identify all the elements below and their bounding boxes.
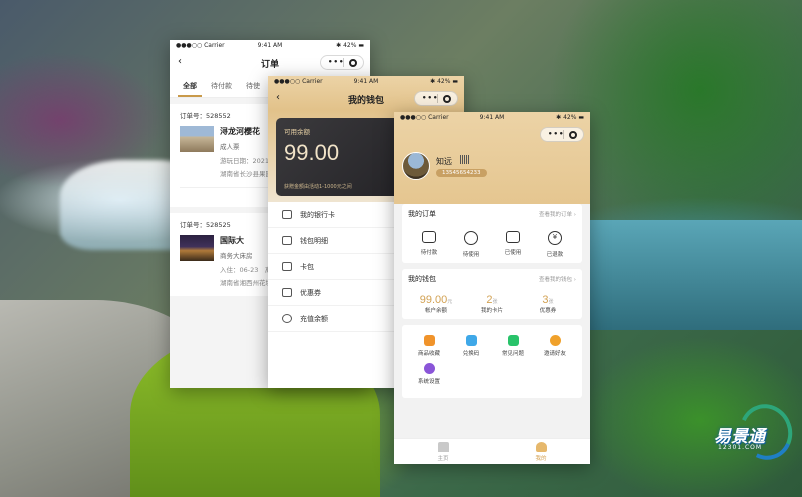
more-icon[interactable]: ••• — [422, 94, 438, 102]
tab-label: 我的 — [535, 456, 547, 462]
battery-indicator: ✱ 42% ▬ — [430, 78, 458, 85]
tool-invite-friend[interactable]: 邀请好友 — [534, 335, 576, 357]
logo-domain-text: 12301.COM — [718, 444, 763, 451]
status-bar: ●●●○○ Carrier 9:41 AM ✱ 42% ▬ — [170, 40, 370, 52]
tab-pending-payment[interactable]: 待付款 — [206, 74, 237, 97]
view-wallet-link[interactable]: 查看我的钱包 › — [539, 275, 576, 283]
invite-friend-icon — [549, 335, 561, 346]
top-up-icon — [282, 314, 292, 323]
profile-phone-screen: ●●●○○ Carrier 9:41 AM ✱ 42% ▬ ••• 知远 135… — [394, 112, 590, 464]
bottom-tab-bar: 主页 我的 — [394, 438, 590, 464]
tab-to-use[interactable]: 待使 — [241, 74, 265, 97]
avatar[interactable] — [402, 152, 430, 180]
my-orders-section: 我的订单 查看我的订单 › 待付款 待使用 已使用 ¥ 已退款 — [402, 204, 582, 263]
collection-icon — [423, 335, 435, 346]
tool-label: 商品收藏 — [417, 351, 440, 357]
wallet-details-icon — [282, 236, 292, 245]
mini-program-capsule[interactable]: ••• — [414, 91, 458, 106]
stat-unit: 元 — [447, 299, 453, 305]
settings-icon — [423, 363, 435, 374]
tool-collection[interactable]: 商品收藏 — [408, 335, 450, 357]
tool-redeem-code[interactable]: 兑换码 — [450, 335, 492, 357]
wallet-icon — [422, 231, 436, 243]
my-wallet-section: 我的钱包 查看我的钱包 › 99.00元 帐户余额 2张 我的卡片 3张 优惠券 — [402, 269, 582, 319]
order-status-label: 待使用 — [462, 252, 480, 258]
tab-all[interactable]: 全部 — [178, 74, 202, 97]
qr-code-icon[interactable] — [460, 155, 470, 164]
capsule-divider — [343, 58, 344, 67]
tools-section: 商品收藏 兑换码 常见问题 邀请好友 系统设置 — [402, 325, 582, 398]
view-all-orders-link[interactable]: 查看我的订单 › — [539, 210, 576, 218]
bank-card-icon — [282, 210, 292, 219]
tab-label: 主页 — [437, 456, 449, 462]
more-icon[interactable]: ••• — [548, 130, 564, 138]
tab-mine[interactable]: 我的 — [492, 439, 590, 464]
user-name: 知远 — [436, 157, 452, 166]
card-pack-icon — [282, 262, 292, 271]
order-status-label: 待付款 — [420, 250, 438, 256]
menu-label: 充值余额 — [300, 314, 328, 323]
order-thumbnail — [180, 235, 214, 261]
order-status-used[interactable]: 已使用 — [493, 231, 533, 258]
nav-bar: ‹ 订单 ••• — [170, 52, 370, 74]
mini-program-capsule[interactable]: ••• — [320, 55, 364, 70]
order-status-label: 已退款 — [546, 252, 564, 258]
menu-label: 卡包 — [300, 262, 314, 271]
brand-logo: 易景通 12301.COM — [700, 396, 801, 468]
stat-balance[interactable]: 99.00元 帐户余额 — [411, 294, 461, 314]
capsule-divider — [437, 94, 438, 103]
menu-label: 我的银行卡 — [300, 210, 335, 219]
tool-settings[interactable]: 系统设置 — [408, 363, 450, 385]
close-icon[interactable] — [569, 131, 577, 139]
stat-unit: 张 — [548, 299, 554, 305]
user-phone: 13545654233 — [436, 169, 487, 177]
faq-icon — [507, 335, 519, 346]
tool-label: 兑换码 — [462, 351, 480, 357]
mini-program-capsule[interactable]: ••• — [540, 127, 584, 142]
section-title: 我的钱包 — [408, 275, 436, 283]
stat-label: 帐户余额 — [424, 308, 447, 314]
close-icon[interactable] — [349, 59, 357, 67]
envelope-icon — [506, 231, 520, 243]
tool-label: 常见问题 — [501, 351, 524, 357]
status-bar: ●●●○○ Carrier 9:41 AM ✱ 42% ▬ — [268, 76, 464, 88]
battery-indicator: ✱ 42% ▬ — [556, 114, 584, 121]
menu-label: 钱包明细 — [300, 236, 328, 245]
tab-home[interactable]: 主页 — [394, 439, 492, 464]
nav-bar: ‹ 我的钱包 ••• — [268, 88, 464, 110]
yen-icon: ¥ — [548, 231, 562, 245]
more-icon[interactable]: ••• — [328, 58, 344, 66]
nav-bar: ••• — [394, 124, 590, 146]
stat-coupons[interactable]: 3张 优惠券 — [523, 294, 573, 314]
status-bar: ●●●○○ Carrier 9:41 AM ✱ 42% ▬ — [394, 112, 590, 124]
stat-value: 99.00 — [419, 294, 448, 306]
close-icon[interactable] — [443, 95, 451, 103]
redeem-code-icon — [465, 335, 477, 346]
battery-indicator: ✱ 42% ▬ — [336, 42, 364, 49]
order-status-pending-payment[interactable]: 待付款 — [409, 231, 449, 258]
section-title: 我的订单 — [408, 210, 436, 218]
tool-faq[interactable]: 常见问题 — [492, 335, 534, 357]
home-icon — [437, 442, 449, 452]
order-thumbnail — [180, 126, 214, 152]
balance-note: 获赠金额由活动1-1000元之间 — [284, 184, 352, 190]
person-icon — [535, 442, 547, 452]
tool-label: 系统设置 — [417, 379, 440, 385]
profile-header: ●●●○○ Carrier 9:41 AM ✱ 42% ▬ ••• 知远 135… — [394, 112, 590, 204]
camera-icon — [464, 231, 478, 245]
order-status-refunded[interactable]: ¥ 已退款 — [535, 231, 575, 258]
stat-unit: 张 — [492, 299, 498, 305]
tool-label: 邀请好友 — [543, 351, 566, 357]
coupon-icon — [282, 288, 292, 297]
stat-cards[interactable]: 2张 我的卡片 — [467, 294, 517, 314]
stat-label: 优惠券 — [539, 308, 557, 314]
pool-background — [590, 220, 802, 330]
capsule-divider — [563, 130, 564, 139]
order-status-label: 已使用 — [504, 250, 522, 256]
menu-label: 优惠券 — [300, 288, 321, 297]
order-status-to-use[interactable]: 待使用 — [451, 231, 491, 258]
stat-label: 我的卡片 — [480, 308, 503, 314]
